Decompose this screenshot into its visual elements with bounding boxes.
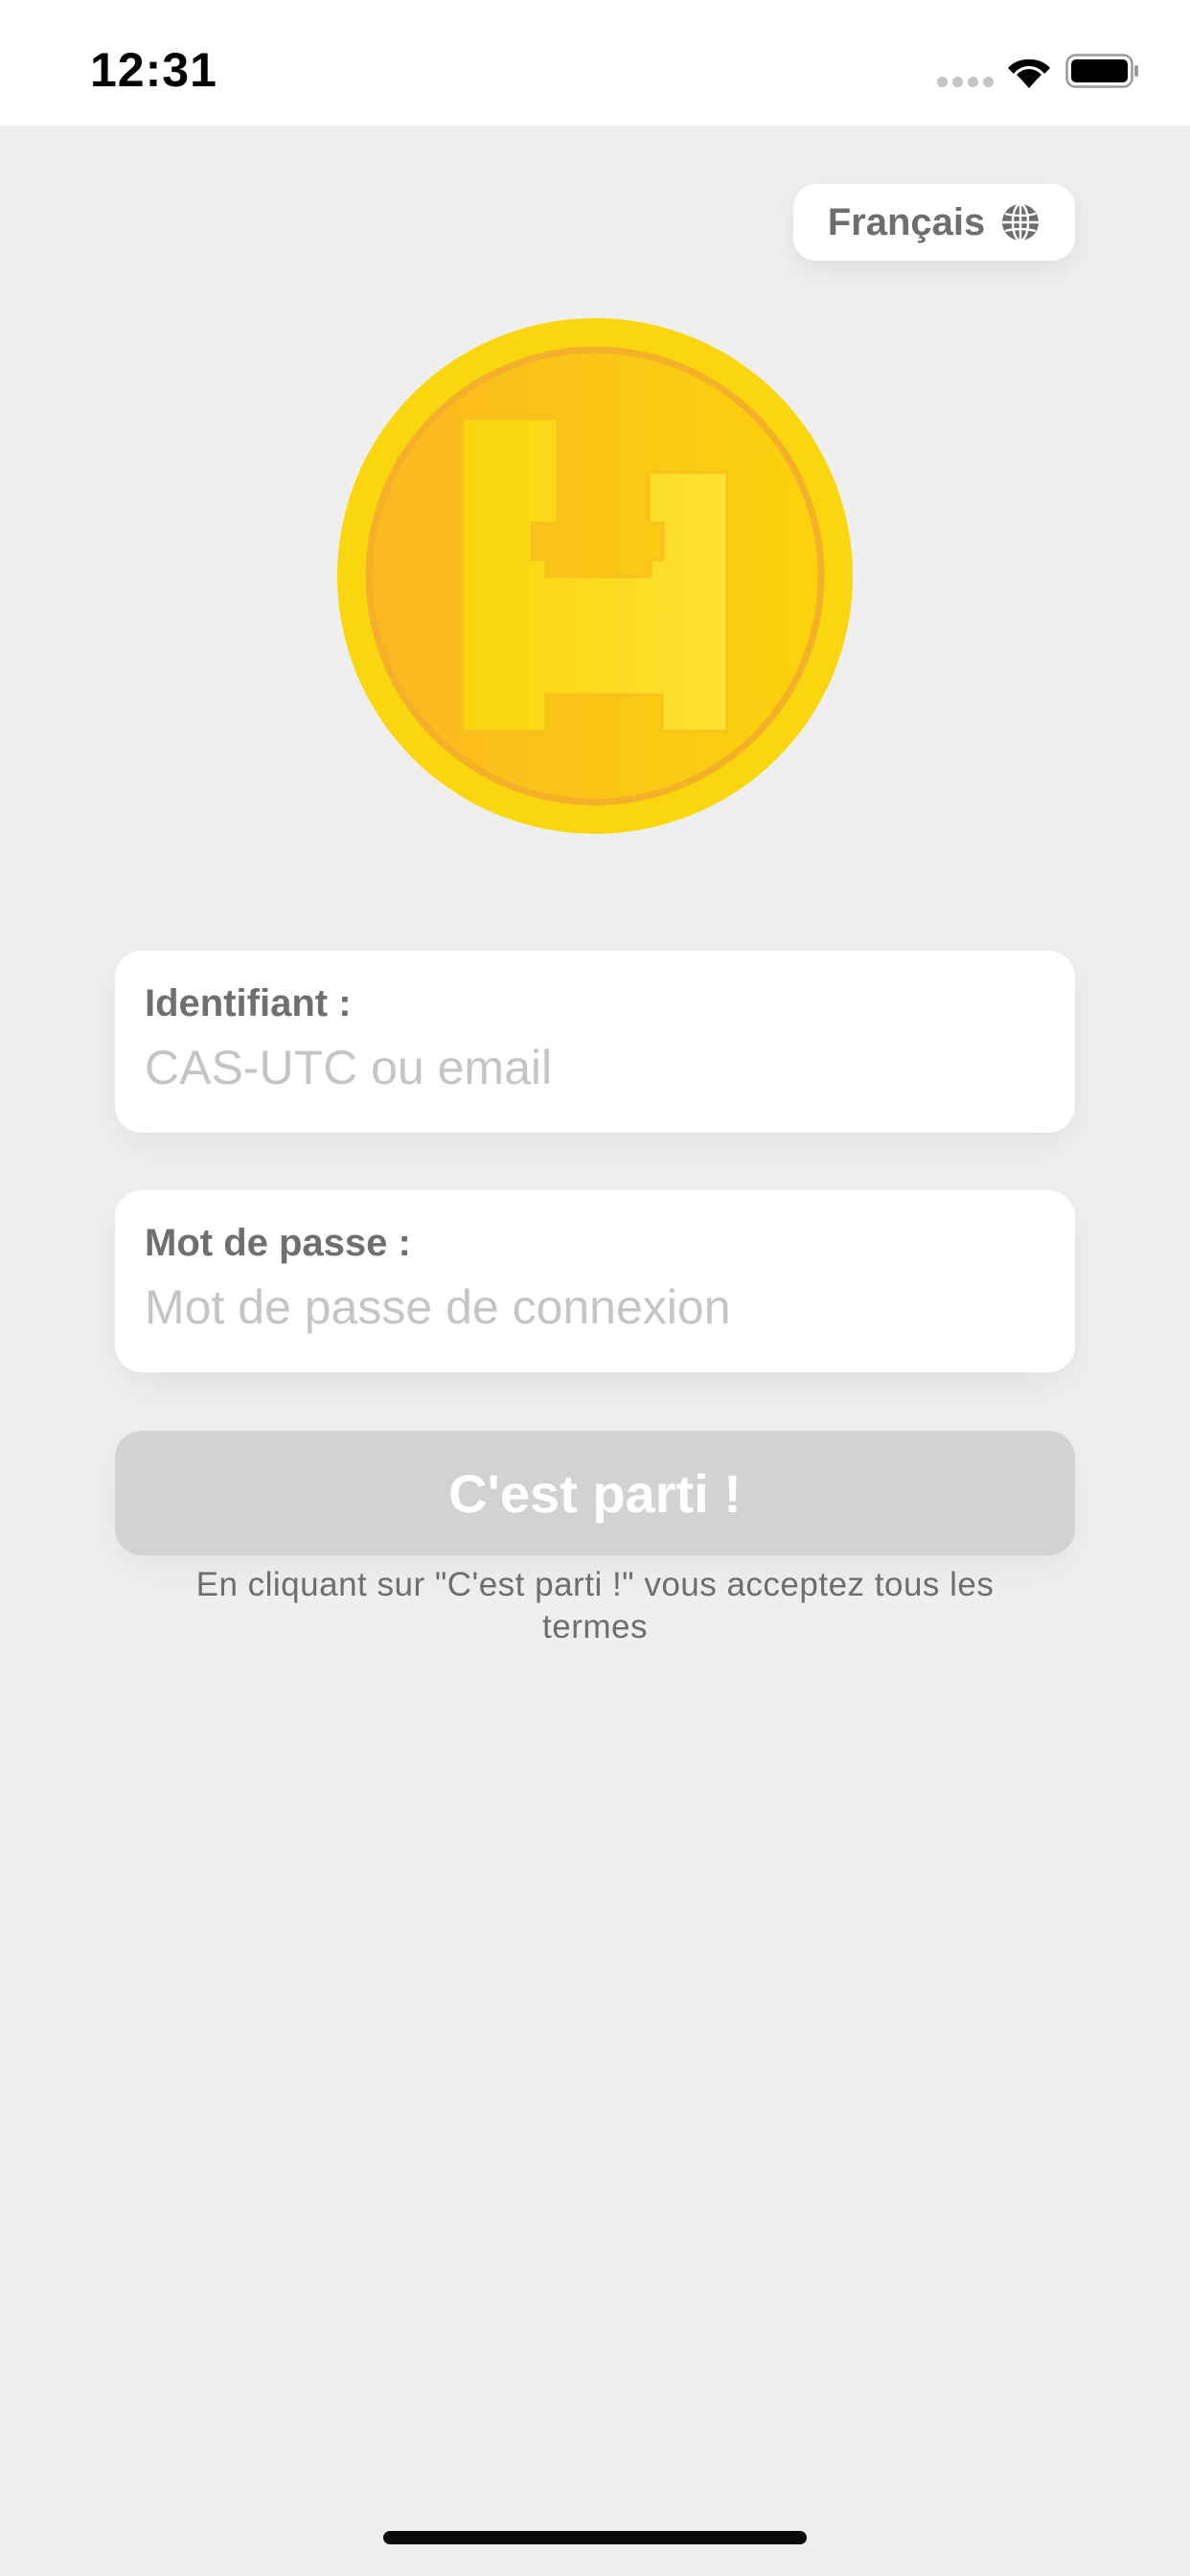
language-selector-button[interactable]: Français (793, 184, 1075, 261)
password-field[interactable]: Mot de passe : (115, 1190, 1075, 1372)
battery-icon (1065, 54, 1138, 88)
password-label: Mot de passe : (145, 1222, 411, 1264)
submit-button[interactable]: C'est parti ! (115, 1431, 1075, 1555)
login-label: Identifiant : (145, 982, 352, 1024)
coin-logo (337, 318, 853, 834)
status-time: 12:31 (90, 43, 217, 97)
globe-icon (1002, 202, 1040, 242)
login-field[interactable]: Identifiant : (115, 951, 1075, 1133)
status-bar: 12:31 (0, 0, 1190, 126)
terms-text: En cliquant sur "C'est parti !" vous acc… (195, 1566, 995, 1645)
password-input[interactable] (145, 1278, 1045, 1336)
home-indicator[interactable] (383, 2531, 807, 2544)
wifi-icon (1008, 58, 1050, 88)
language-label: Français (827, 200, 986, 243)
login-input[interactable] (145, 1039, 1045, 1096)
cellular-signal-icon (937, 77, 994, 87)
